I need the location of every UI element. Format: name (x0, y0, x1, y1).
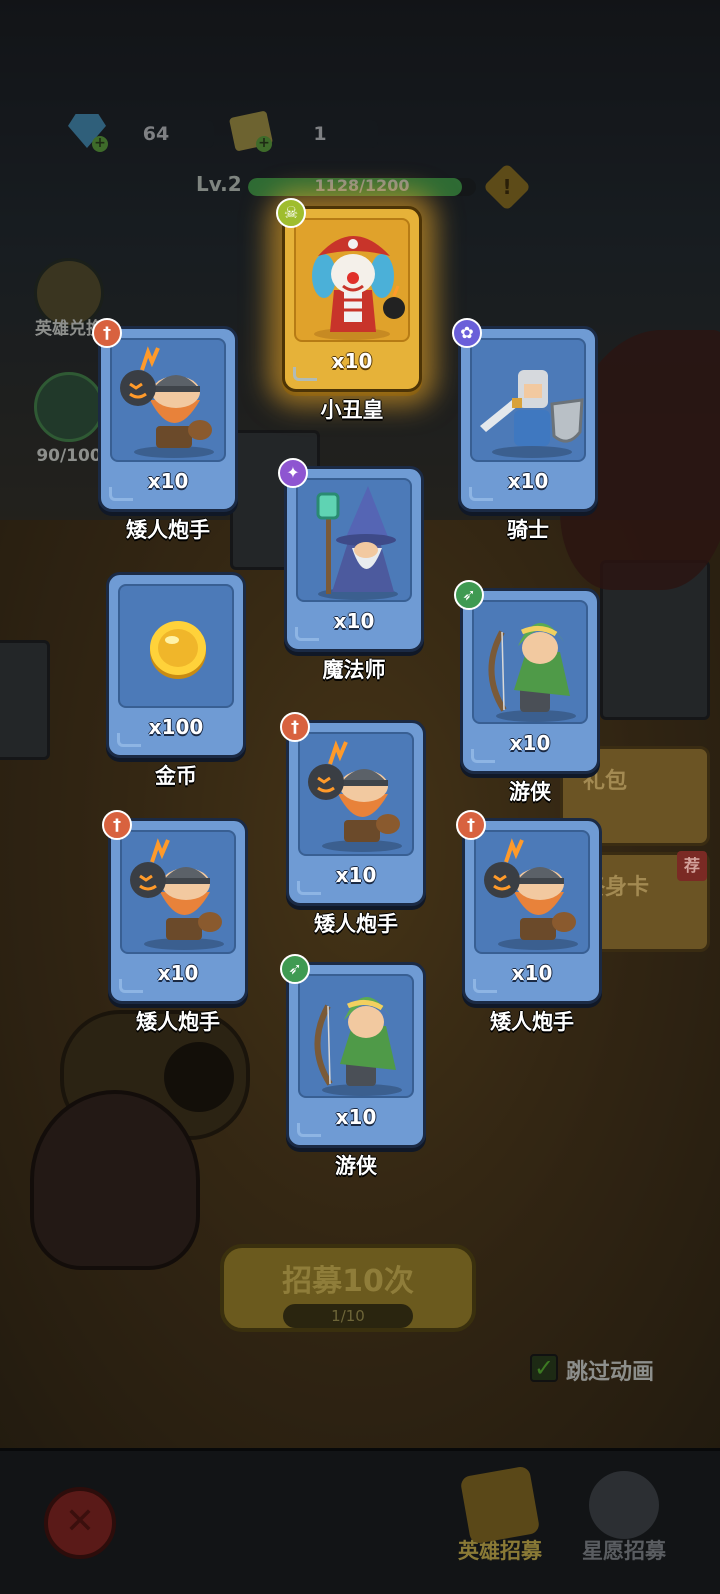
tab-hero-recruit[interactable]: 英雄招募 (430, 1465, 570, 1565)
warrior-class-icon: † (280, 712, 310, 742)
checkmark-icon[interactable]: ✓ (530, 1354, 558, 1382)
star-icon (34, 372, 104, 442)
reward-name: 矮人炮手 (126, 518, 210, 542)
wizard-portrait (296, 478, 412, 602)
reward-name: 小丑皇 (320, 398, 384, 422)
clown-king-portrait (294, 218, 410, 342)
gem-counter[interactable]: 64 + (68, 114, 218, 152)
ticket-counter[interactable]: 1 + (228, 110, 382, 152)
reward-card[interactable]: x10 † 矮人炮手 (456, 810, 602, 1034)
recruit-progress: 1/10 (283, 1304, 413, 1328)
dwarf-gunner-portrait (110, 338, 226, 462)
card-corner-decoration (117, 733, 141, 747)
reward-name: 金币 (155, 764, 197, 788)
recommend-tag: 荐 (677, 851, 707, 881)
dwarf-gunner-portrait (298, 732, 414, 856)
card-frame: x10 (462, 818, 602, 1004)
card-frame: x100 (106, 572, 246, 758)
reward-card[interactable]: x10 † 矮人炮手 (280, 712, 426, 936)
level-label: Lv.2 (196, 172, 242, 196)
skip-animation-label: 跳过动画 (566, 1360, 655, 1385)
card-frame: x10 (98, 326, 238, 512)
warrior-class-icon: † (92, 318, 122, 348)
crossed-swords-close-icon[interactable]: ✕ (44, 1487, 116, 1559)
reward-name: 魔法师 (322, 658, 386, 682)
card-corner-decoration (471, 749, 495, 763)
dwarf-gunner-portrait (120, 830, 236, 954)
card-frame: x10 (282, 206, 422, 392)
card-frame: x10 (284, 466, 424, 652)
gold-coin-portrait (118, 584, 234, 708)
reward-card[interactable]: x100 金币 (106, 572, 246, 788)
reward-name: 矮人炮手 (490, 1010, 574, 1034)
add-gems-plus-icon[interactable]: + (92, 136, 108, 152)
recruit-10-button[interactable]: 招募10次 1/10 (220, 1244, 476, 1332)
star-crown-icon (589, 1471, 659, 1539)
level-bar: Lv.2 1128/1200 ! (196, 162, 536, 212)
card-frame: x10 (460, 588, 600, 774)
card-corner-decoration (297, 1123, 321, 1137)
card-frame: x10 (458, 326, 598, 512)
dwarf-gunner-portrait (474, 830, 590, 954)
bow-class-icon: ➶ (280, 954, 310, 984)
tab-star-wish-recruit-label: 星愿招募 (582, 1539, 666, 1563)
reward-card[interactable]: x10 ✿ 骑士 (452, 318, 598, 542)
reward-card[interactable]: x10 † 矮人炮手 (92, 318, 238, 542)
card-frame: x10 (286, 720, 426, 906)
skull-class-icon: ☠ (276, 198, 306, 228)
card-frame: x10 (108, 818, 248, 1004)
reward-name: 矮人炮手 (136, 1010, 220, 1034)
star-progress-label: 90/100 (36, 446, 102, 466)
ranger-portrait (472, 600, 588, 724)
reward-name: 游侠 (335, 1154, 377, 1178)
recruit-10-label: 招募10次 (282, 1264, 414, 1299)
bottom-nav: ✕ 英雄招募 星愿招募 (0, 1448, 720, 1594)
reward-card[interactable]: x10 ➶ 游侠 (454, 580, 600, 804)
warrior-class-icon: † (102, 810, 132, 840)
alert-icon[interactable]: ! (482, 162, 532, 212)
reward-card[interactable]: x10 ☠ 小丑皇 (276, 198, 422, 422)
ranger-portrait (298, 974, 414, 1098)
tab-star-wish-recruit[interactable]: 星愿招募 (554, 1471, 694, 1565)
card-corner-decoration (109, 487, 133, 501)
star-progress-button[interactable]: 90/100 (30, 372, 108, 466)
card-corner-decoration (297, 881, 321, 895)
reward-name: 矮人炮手 (314, 912, 398, 936)
card-corner-decoration (295, 627, 319, 641)
reward-card[interactable]: x10 † 矮人炮手 (102, 810, 248, 1034)
card-corner-decoration (293, 367, 317, 381)
paw-class-icon: ✿ (452, 318, 482, 348)
add-tickets-plus-icon[interactable]: + (256, 136, 272, 152)
bow-class-icon: ➶ (454, 580, 484, 610)
knight-portrait (470, 338, 586, 462)
ticket-amount: 1 (262, 120, 378, 148)
reward-card[interactable]: x10 ✦ 魔法师 (278, 458, 424, 682)
mage-class-icon: ✦ (278, 458, 308, 488)
recruit-cards-icon (459, 1465, 541, 1545)
xp-text: 1128/1200 (314, 176, 410, 195)
gem-amount: 64 (98, 120, 214, 148)
card-frame: x10 (286, 962, 426, 1148)
warrior-class-icon: † (456, 810, 486, 840)
reward-name: 骑士 (507, 518, 549, 542)
card-corner-decoration (469, 487, 493, 501)
reward-name: 游侠 (509, 780, 551, 804)
card-corner-decoration (119, 979, 143, 993)
card-corner-decoration (473, 979, 497, 993)
reward-card[interactable]: x10 ➶ 游侠 (280, 954, 426, 1178)
